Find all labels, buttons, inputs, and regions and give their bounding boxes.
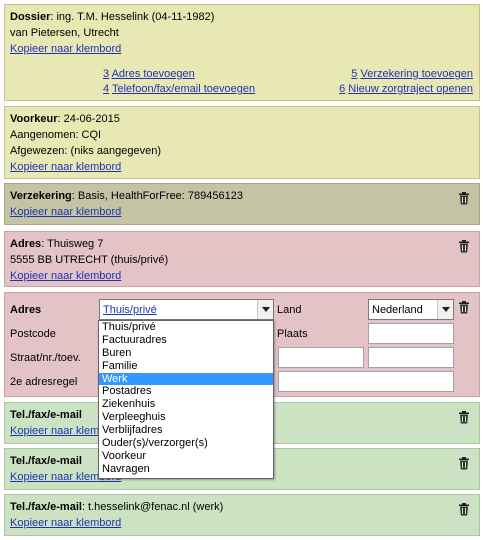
dropdown-option[interactable]: Factuuradres	[99, 334, 273, 347]
voorkeur-label: Voorkeur	[10, 113, 58, 125]
dossier-label: Dossier	[10, 11, 51, 23]
tel-label: Tel./fax/e-mail	[10, 409, 82, 421]
dossier-copy-link[interactable]: Kopieer naar klembord	[10, 42, 121, 56]
voorkeur-copy-link[interactable]: Kopieer naar klembord	[10, 160, 121, 174]
tel-copy-link[interactable]: Kopieer naar klembord	[10, 516, 121, 530]
verzekering-value: : Basis, HealthForFree: 789456123	[71, 190, 243, 202]
action-number: 4	[103, 83, 110, 95]
form-adresregel-label: 2e adresregel	[10, 376, 78, 388]
address-type-value: Thuis/privé	[103, 304, 157, 316]
voorkeur-date: : 24-06-2015	[57, 113, 120, 125]
dossier-panel: Dossier: ing. T.M. Hesselink (04-11-1982…	[4, 4, 480, 101]
voorkeur-rejected: Afgewezen: (niks aangegeven)	[10, 145, 162, 157]
huisnummer-input[interactable]	[278, 347, 364, 368]
action-new-care-path[interactable]: 6 Nieuw zorgtraject openen	[339, 82, 473, 96]
action-number: 5	[351, 68, 358, 80]
trash-icon[interactable]	[458, 503, 472, 517]
form-plaats-label: Plaats	[277, 328, 308, 340]
action-add-insurance[interactable]: 5 Verzekering toevoegen	[351, 67, 473, 81]
dropdown-option[interactable]: Werk	[99, 372, 273, 386]
action-label: Telefoon/fax/email toevoegen	[111, 83, 256, 95]
dropdown-option[interactable]: Navragen	[99, 463, 273, 476]
tel-panel-3: Tel./fax/e-mail: t.hesselink@fenac.nl (w…	[4, 494, 480, 536]
dropdown-option[interactable]: Thuis/privé	[99, 321, 273, 334]
adres-label: Adres	[10, 238, 42, 250]
address-type-select[interactable]: Thuis/privé	[99, 299, 274, 320]
dropdown-option[interactable]: Familie	[99, 360, 273, 373]
trash-icon[interactable]	[458, 301, 472, 315]
chevron-down-icon[interactable]	[437, 300, 453, 319]
trash-icon[interactable]	[458, 192, 472, 206]
form-land-label: Land	[277, 304, 302, 316]
verzekering-panel: Verzekering: Basis, HealthForFree: 78945…	[4, 183, 480, 225]
address-type-dropdown[interactable]: Thuis/privé Factuuradres Buren Familie W…	[98, 320, 274, 479]
adres-heading: Adres: Thuisweg 7	[10, 237, 103, 251]
country-value: Nederland	[372, 304, 423, 316]
form-adres-label: Adres	[10, 304, 42, 316]
voorkeur-accepted: Aangenomen: CQI	[10, 129, 102, 141]
trash-icon[interactable]	[458, 457, 472, 471]
tel-heading: Tel./fax/e-mail: t.hesselink@fenac.nl (w…	[10, 500, 223, 514]
trash-icon[interactable]	[458, 240, 472, 254]
dossier-heading: Dossier: ing. T.M. Hesselink (04-11-1982…	[10, 10, 214, 24]
tel-label: Tel./fax/e-mail	[10, 501, 82, 513]
dropdown-option[interactable]: Verblijfadres	[99, 424, 273, 437]
dropdown-option[interactable]: Voorkeur	[99, 450, 273, 463]
dropdown-option[interactable]: Buren	[99, 347, 273, 360]
country-select[interactable]: Nederland	[368, 299, 454, 320]
adres-street: : Thuisweg 7	[41, 238, 104, 250]
action-label: Nieuw zorgtraject openen	[348, 83, 473, 95]
trash-icon[interactable]	[458, 411, 472, 425]
dropdown-option[interactable]: Ziekenhuis	[99, 398, 273, 411]
verzekering-copy-link[interactable]: Kopieer naar klembord	[10, 205, 121, 219]
action-number: 3	[103, 68, 110, 80]
adres-panel: Adres: Thuisweg 7 5555 BB UTRECHT (thuis…	[4, 231, 480, 287]
form-postcode-label: Postcode	[10, 328, 56, 340]
voorkeur-heading: Voorkeur: 24-06-2015	[10, 112, 120, 126]
adresregel-input[interactable]	[278, 371, 454, 392]
voorkeur-panel: Voorkeur: 24-06-2015 Aangenomen: CQI Afg…	[4, 106, 480, 179]
dropdown-option[interactable]: Verpleeghuis	[99, 411, 273, 424]
dossier-address: van Pietersen, Utrecht	[10, 27, 119, 39]
action-add-phone[interactable]: 4 Telefoon/fax/email toevoegen	[103, 82, 255, 96]
action-label: Verzekering toevoegen	[360, 68, 473, 80]
verzekering-heading: Verzekering: Basis, HealthForFree: 78945…	[10, 189, 243, 203]
action-label: Adres toevoegen	[111, 68, 195, 80]
action-add-address[interactable]: 3 Adres toevoegen	[103, 67, 195, 81]
action-number: 6	[339, 83, 346, 95]
dropdown-option[interactable]: Postadres	[99, 385, 273, 398]
dropdown-option[interactable]: Ouder(s)/verzorger(s)	[99, 437, 273, 450]
plaats-input[interactable]	[368, 323, 454, 344]
form-straat-label: Straat/nr./toev.	[10, 352, 81, 364]
dossier-name: : ing. T.M. Hesselink (04-11-1982)	[50, 11, 215, 23]
chevron-down-icon[interactable]	[257, 300, 273, 319]
toevoeging-input[interactable]	[368, 347, 454, 368]
tel-label: Tel./fax/e-mail	[10, 455, 82, 467]
adres-city: 5555 BB UTRECHT (thuis/privé)	[10, 254, 169, 266]
adres-copy-link[interactable]: Kopieer naar klembord	[10, 269, 121, 283]
tel-value: : t.hesselink@fenac.nl (werk)	[81, 501, 224, 513]
verzekering-label: Verzekering	[10, 190, 72, 202]
